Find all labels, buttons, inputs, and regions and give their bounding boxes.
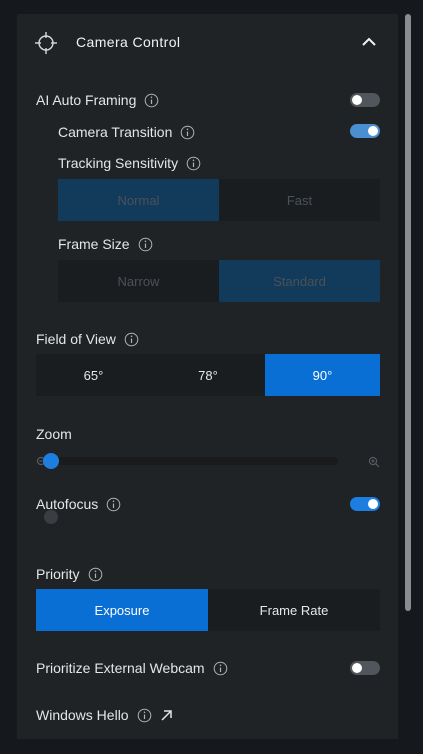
autofocus-toggle[interactable] (350, 497, 380, 511)
tracking-sensitivity-selector: Normal Fast (58, 179, 380, 221)
tracking-sensitivity-label: Tracking Sensitivity (58, 155, 179, 171)
priority-label: Priority (36, 566, 80, 582)
ai-auto-framing-label: AI Auto Framing (36, 92, 137, 108)
zoom-in-icon[interactable] (368, 455, 380, 468)
field-of-view-label: Field of View (36, 331, 116, 347)
chevron-up-icon[interactable] (357, 32, 381, 52)
fov-option-90[interactable]: 90° (265, 354, 380, 396)
info-icon[interactable] (144, 93, 159, 108)
zoom-label: Zoom (36, 426, 72, 442)
toggle-knob (368, 499, 378, 509)
external-link-icon[interactable] (160, 709, 173, 722)
tracking-option-fast[interactable]: Fast (219, 179, 380, 221)
frame-size-row: Frame Size (58, 236, 153, 252)
priority-row: Priority (36, 566, 103, 582)
info-icon[interactable] (106, 497, 121, 512)
info-icon[interactable] (88, 567, 103, 582)
zoom-slider-thumb[interactable] (43, 453, 59, 469)
ai-auto-framing-toggle[interactable] (350, 93, 380, 107)
toggle-knob (352, 95, 362, 105)
info-icon[interactable] (137, 708, 152, 723)
prioritize-external-webcam-label: Prioritize External Webcam (36, 660, 205, 676)
field-of-view-row: Field of View (36, 331, 139, 347)
zoom-row: Zoom (36, 426, 72, 442)
priority-option-frame-rate[interactable]: Frame Rate (208, 589, 380, 631)
zoom-slider-track[interactable] (52, 457, 338, 465)
toggle-knob (352, 663, 362, 673)
info-icon[interactable] (138, 237, 153, 252)
info-icon[interactable] (213, 661, 228, 676)
windows-hello-label[interactable]: Windows Hello (36, 707, 129, 723)
info-icon[interactable] (186, 156, 201, 171)
crosshair-icon (31, 28, 61, 58)
panel-title: Camera Control (76, 34, 181, 50)
tracking-sensitivity-row: Tracking Sensitivity (58, 155, 201, 171)
tracking-option-normal[interactable]: Normal (58, 179, 219, 221)
camera-transition-row: Camera Transition (58, 124, 195, 140)
frame-option-narrow[interactable]: Narrow (58, 260, 219, 302)
frame-size-selector: Narrow Standard (58, 260, 380, 302)
priority-option-exposure[interactable]: Exposure (36, 589, 208, 631)
toggle-knob (368, 126, 378, 136)
prioritize-external-webcam-row: Prioritize External Webcam (36, 660, 228, 676)
frame-option-standard[interactable]: Standard (219, 260, 380, 302)
info-icon[interactable] (124, 332, 139, 347)
camera-transition-toggle[interactable] (350, 124, 380, 138)
windows-hello-row[interactable]: Windows Hello (36, 707, 173, 723)
ai-auto-framing-row: AI Auto Framing (36, 92, 159, 108)
autofocus-indicator (44, 510, 58, 524)
scrollbar[interactable] (405, 14, 411, 611)
fov-option-78[interactable]: 78° (151, 354, 265, 396)
frame-size-label: Frame Size (58, 236, 130, 252)
field-of-view-selector: 65° 78° 90° (36, 354, 380, 396)
panel-header[interactable]: Camera Control (17, 14, 398, 72)
fov-option-65[interactable]: 65° (36, 354, 151, 396)
camera-transition-label: Camera Transition (58, 124, 173, 140)
prioritize-external-webcam-toggle[interactable] (350, 661, 380, 675)
autofocus-label: Autofocus (36, 496, 99, 512)
priority-selector: Exposure Frame Rate (36, 589, 380, 631)
info-icon[interactable] (180, 125, 195, 140)
